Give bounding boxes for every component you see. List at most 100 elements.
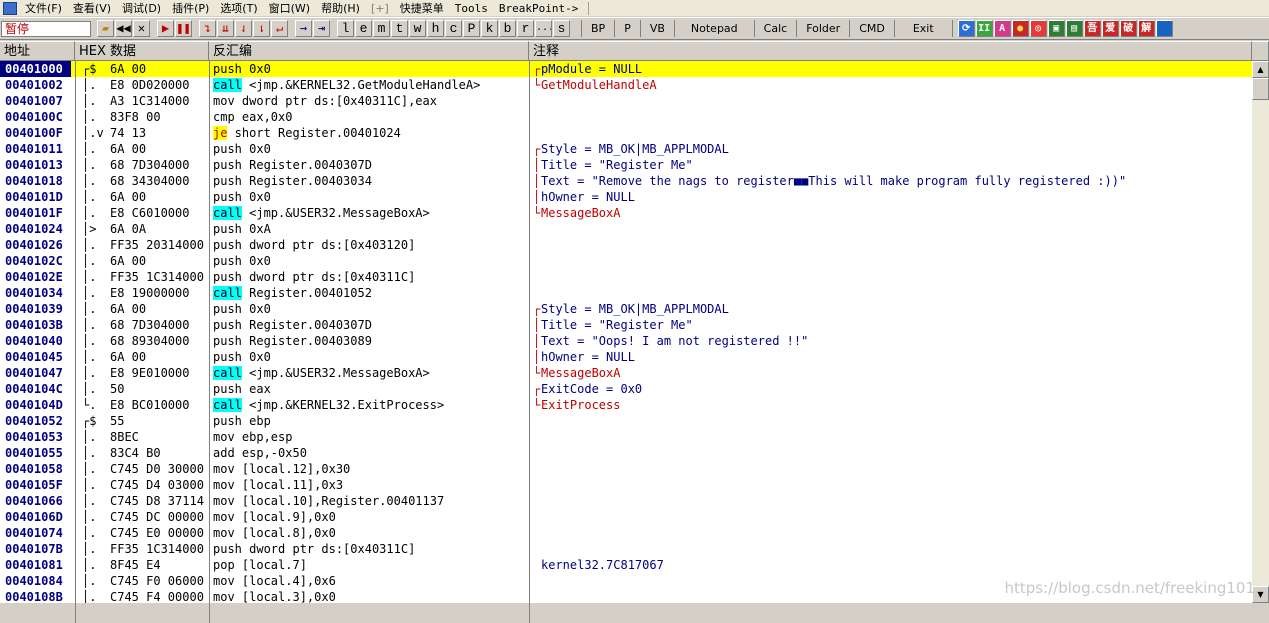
goto-icon[interactable]: → [295,20,312,37]
menu-view[interactable]: 查看(V) [69,0,118,16]
table-row[interactable]: 0040104D └. E8 BC010000 call <jmp.&KERNEL32… [0,397,1252,413]
run-icon[interactable]: ▶ [157,20,174,37]
table-row[interactable]: 00401053 │. 8BEC mov ebp,esp [0,429,1252,445]
table-row[interactable]: 00401040 │. 68 89304000 push Register.00403… [0,333,1252,349]
menu-shortcuts[interactable]: 快捷菜单 [396,0,451,16]
table-row[interactable]: 00401045 │. 6A 00 push 0x0 │ hOwner = NULL [0,349,1252,365]
table-row[interactable]: 0040107B │. FF35 1C314000 push dword ptr ds… [0,541,1252,557]
table-row[interactable]: 0040102E │. FF35 1C314000 push dword ptr ds… [0,269,1252,285]
source-button[interactable]: s [553,20,570,37]
blank-plugin-icon[interactable] [1155,20,1173,37]
table-row[interactable]: 00401052 ┌$ 55 push ebp [0,413,1252,429]
bp-button[interactable]: BP [581,20,614,37]
modules-button[interactable]: e [355,20,372,37]
cmd-button[interactable]: CMD [849,20,894,37]
grid-icon[interactable]: ▣ [1047,20,1065,37]
scroll-up-icon[interactable]: ▲ [1252,61,1269,78]
flow-mark: │. [82,462,97,476]
column-header-address[interactable]: 地址 [0,41,75,61]
table-row[interactable]: 00401011 │. 6A 00 push 0x0 ┌ Style = MB_OK|MB… [0,141,1252,157]
exit-button[interactable]: Exit [893,20,953,37]
column-header-disassembly[interactable]: 反汇编 [209,41,529,61]
table-row[interactable]: 00401002 │. E8 0D020000 call <jmp.&KERNEL32… [0,77,1252,93]
breakpoints-button[interactable]: b [499,20,516,37]
open-icon[interactable]: ▰ [97,20,114,37]
vb-button[interactable]: VB [639,20,674,37]
step-over-icon[interactable]: ⇊ [217,20,234,37]
trace-into-icon[interactable]: ⇃ [235,20,252,37]
menu-debug[interactable]: 调试(D) [118,0,168,16]
refresh-icon[interactable]: ⟳ [957,20,975,37]
menu-tools[interactable]: Tools [451,2,495,15]
pause-plugin-icon[interactable]: II [975,20,993,37]
notepad-button[interactable]: Notepad [673,20,754,37]
patches-button[interactable]: P [463,20,480,37]
table-row[interactable]: 00401047 │. E8 9E010000 call <jmp.&USER32.M… [0,365,1252,381]
disassembly-rows[interactable]: 00401000 ┌$ 6A 00 push 0x0 ┌ pModule = NULL 00… [0,61,1252,603]
table-row[interactable]: 00401055 │. 83C4 B0 add esp,-0x50 [0,445,1252,461]
po-char-icon[interactable]: 破 [1119,20,1137,37]
ai-char-icon[interactable]: 爱 [1101,20,1119,37]
table-row[interactable]: 00401007 │. A3 1C314000 mov dword ptr ds:[0… [0,93,1252,109]
threads-button[interactable]: t [391,20,408,37]
menu-file[interactable]: 文件(F) [21,0,69,16]
flow-mark: │> [82,222,97,236]
menu-help[interactable]: 帮助(H) [317,0,367,16]
pause-icon[interactable]: ❚❚ [175,20,192,37]
trace-over-icon[interactable]: ⇂ [253,20,270,37]
table-row[interactable]: 00401058 │. C745 D0 30000 mov [local.12],0x… [0,461,1252,477]
p-button[interactable]: P [614,20,640,37]
flow-mark: └. [82,398,97,412]
column-header-comment[interactable]: 注释 [529,41,1252,61]
table-row[interactable]: 0040105F │. C745 D4 03000 mov [local.11],0x… [0,477,1252,493]
a-plugin-icon[interactable]: A [993,20,1011,37]
list-icon[interactable]: ▤ [1065,20,1083,37]
table-row[interactable]: 0040100F │.v 74 13 je short Register.004010… [0,125,1252,141]
folder-button[interactable]: Folder [796,20,849,37]
table-row[interactable]: 00401000 ┌$ 6A 00 push 0x0 ┌ pModule = NULL [0,61,1252,77]
table-row[interactable]: 0040101D │. 6A 00 push 0x0 │ hOwner = NULL [0,189,1252,205]
table-row[interactable]: 0040100C │. 83F8 00 cmp eax,0x0 [0,109,1252,125]
log-window-button[interactable]: l [337,20,354,37]
table-row[interactable]: 00401034 │. E8 19000000 call Register.00401… [0,285,1252,301]
table-row[interactable]: 0040103B │. 68 7D304000 push Register.00403… [0,317,1252,333]
wu-char-icon[interactable]: 吾 [1083,20,1101,37]
table-row[interactable]: 00401024 │> 6A 0A push 0xA [0,221,1252,237]
table-row[interactable]: 0040101F │. E8 C6010000 call <jmp.&USER32.M… [0,205,1252,221]
jie-char-icon[interactable]: 解 [1137,20,1155,37]
windows-button[interactable]: w [409,20,426,37]
run-trace-button[interactable]: ... [535,20,552,37]
table-row[interactable]: 00401081 │. 8F45 E4 pop [local.7] kernel32.7… [0,557,1252,573]
table-row[interactable]: 0040106D │. C745 DC 00000 mov [local.9],0x0 [0,509,1252,525]
memory-button[interactable]: m [373,20,390,37]
calc-button[interactable]: Calc [753,20,797,37]
menu-options[interactable]: 选项(T) [216,0,264,16]
menu-window[interactable]: 窗口(W) [265,0,317,16]
table-row[interactable]: 00401074 │. C745 E0 00000 mov [local.8],0x0 [0,525,1252,541]
record-icon[interactable]: ● [1011,20,1029,37]
rewind-icon[interactable]: ◀◀ [115,20,132,37]
references-button[interactable]: r [517,20,534,37]
handles-button[interactable]: h [427,20,444,37]
scroll-thumb[interactable] [1252,78,1269,100]
table-row[interactable]: 0040104C │. 50 push eax ┌ ExitCode = 0x0 [0,381,1252,397]
execute-till-return-icon[interactable]: ↵ [271,20,288,37]
table-row[interactable]: 00401066 │. C745 D8 37114 mov [local.10],Re… [0,493,1252,509]
step-into-icon[interactable]: ↴ [199,20,216,37]
menu-plugins[interactable]: 插件(P) [168,0,216,16]
close-icon[interactable]: ✕ [133,20,150,37]
cpu-button[interactable]: c [445,20,462,37]
call-stack-button[interactable]: k [481,20,498,37]
table-row[interactable]: 00401039 │. 6A 00 push 0x0 ┌ Style = MB_OK|MB… [0,301,1252,317]
table-row[interactable]: 00401026 │. FF35 20314000 push dword ptr ds… [0,237,1252,253]
table-row[interactable]: 00401018 │. 68 34304000 push Register.00403… [0,173,1252,189]
disasm-cell: push 0x0 [213,301,529,317]
column-header-hex[interactable]: HEX 数据 [75,41,209,61]
target-icon[interactable]: ◎ [1029,20,1047,37]
menu-plus[interactable]: [+] [367,2,396,15]
table-row[interactable]: 0040102C │. 6A 00 push 0x0 [0,253,1252,269]
table-row[interactable]: 00401013 │. 68 7D304000 push Register.00403… [0,157,1252,173]
goto-expr-icon[interactable]: ⇥ [313,20,330,37]
menu-breakpoint[interactable]: BreakPoint-> [495,2,585,15]
vertical-scrollbar[interactable]: ▲ ▼ [1252,61,1269,603]
